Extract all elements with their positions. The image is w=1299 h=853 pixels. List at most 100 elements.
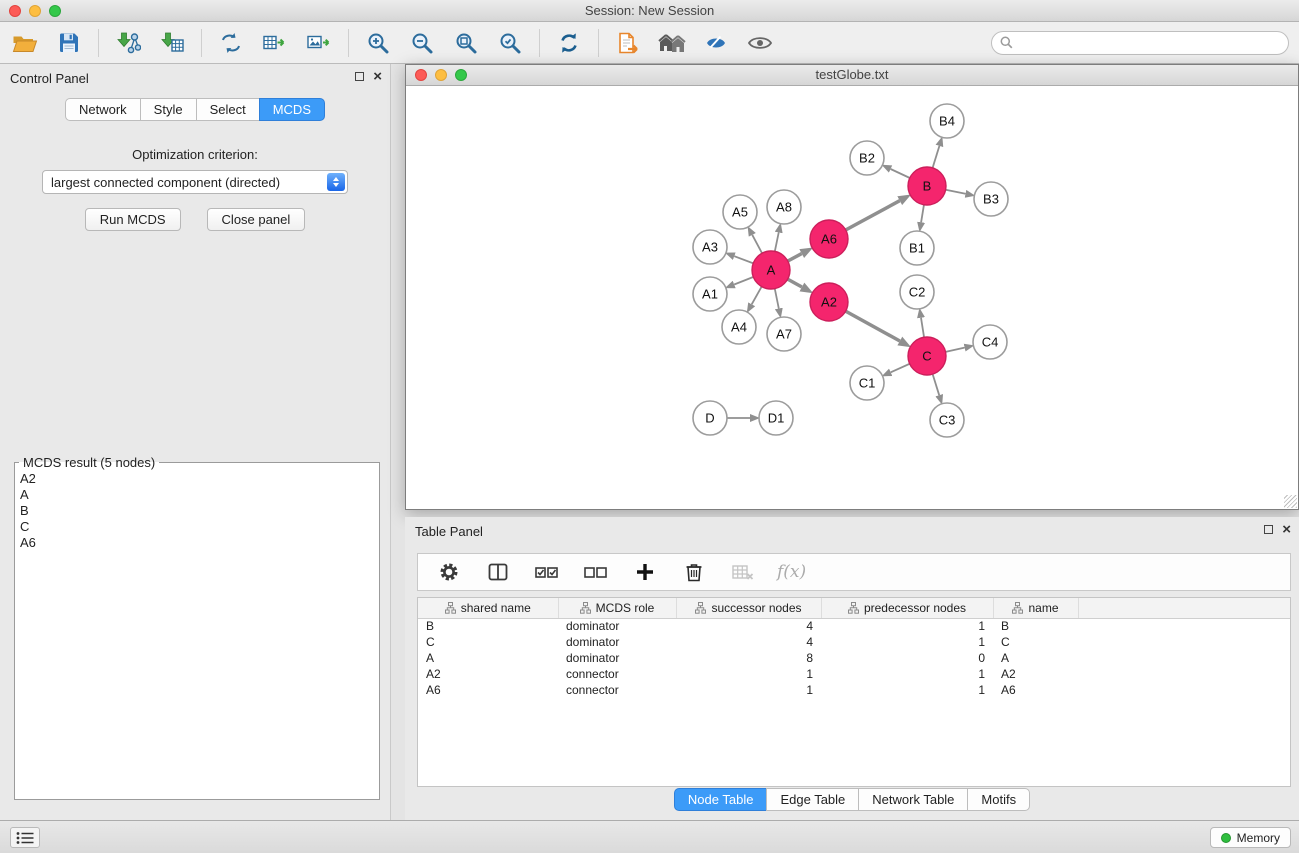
- table-cell[interactable]: 1: [676, 682, 821, 698]
- table-cell[interactable]: B: [418, 618, 558, 634]
- table-cell[interactable]: 1: [821, 618, 993, 634]
- table-cell[interactable]: A2: [993, 666, 1078, 682]
- column-header-MCDS-role[interactable]: MCDS role: [558, 598, 676, 618]
- node-B1[interactable]: B1: [900, 231, 934, 265]
- float-table-panel-icon[interactable]: [1264, 525, 1273, 534]
- node-C3[interactable]: C3: [930, 403, 964, 437]
- table-cell[interactable]: A2: [418, 666, 558, 682]
- network-canvas[interactable]: B4B2BB3A5A8A6B1A3AA1A2C2A4A7C4CC1C3DD1: [406, 87, 1298, 509]
- column-header-successor-nodes[interactable]: successor nodes: [676, 598, 821, 618]
- column-header-name[interactable]: name: [993, 598, 1078, 618]
- mcds-result-item[interactable]: A: [20, 487, 374, 503]
- table-row[interactable]: Bdominator41B: [418, 618, 1290, 634]
- zoom-selected-icon[interactable]: [495, 28, 525, 58]
- network-graph[interactable]: B4B2BB3A5A8A6B1A3AA1A2C2A4A7C4CC1C3DD1: [406, 87, 1298, 509]
- node-B[interactable]: B: [908, 167, 946, 205]
- run-mcds-button[interactable]: Run MCDS: [85, 208, 181, 231]
- node-B2[interactable]: B2: [850, 141, 884, 175]
- mcds-result-item[interactable]: A6: [20, 535, 374, 551]
- zoom-window-button[interactable]: [49, 5, 61, 17]
- table-cell[interactable]: 1: [821, 666, 993, 682]
- close-panel-icon[interactable]: ×: [373, 71, 382, 82]
- table-cell[interactable]: A6: [993, 682, 1078, 698]
- node-table[interactable]: shared nameMCDS rolesuccessor nodesprede…: [417, 597, 1291, 787]
- close-network-window-button[interactable]: [415, 69, 427, 81]
- table-cell[interactable]: B: [993, 618, 1078, 634]
- table-cell[interactable]: dominator: [558, 634, 676, 650]
- node-A[interactable]: A: [752, 251, 790, 289]
- table-row[interactable]: Adominator80A: [418, 650, 1290, 666]
- table-cell[interactable]: C: [993, 634, 1078, 650]
- mcds-result-item[interactable]: A2: [20, 471, 374, 487]
- search-box[interactable]: [991, 31, 1289, 55]
- layout-cycle-icon[interactable]: [216, 28, 246, 58]
- node-A4[interactable]: A4: [722, 310, 756, 344]
- zoom-fit-icon[interactable]: [451, 28, 481, 58]
- minimize-network-window-button[interactable]: [435, 69, 447, 81]
- table-settings-gear-icon[interactable]: [434, 557, 464, 587]
- column-header-shared-name[interactable]: shared name: [418, 598, 558, 618]
- node-A6[interactable]: A6: [810, 220, 848, 258]
- mcds-result-item[interactable]: B: [20, 503, 374, 519]
- import-table-file-icon[interactable]: [157, 28, 187, 58]
- select-all-columns-icon[interactable]: [532, 557, 562, 587]
- node-A7[interactable]: A7: [767, 317, 801, 351]
- close-panel-button[interactable]: Close panel: [207, 208, 306, 231]
- table-cell[interactable]: dominator: [558, 650, 676, 666]
- node-C2[interactable]: C2: [900, 275, 934, 309]
- criterion-dropdown[interactable]: largest connected component (directed): [42, 170, 348, 194]
- table-tab-edge-table[interactable]: Edge Table: [766, 788, 859, 811]
- table-cell[interactable]: 4: [676, 618, 821, 634]
- zoom-out-icon[interactable]: [407, 28, 437, 58]
- table-cell[interactable]: A: [993, 650, 1078, 666]
- close-table-panel-icon[interactable]: ×: [1282, 524, 1291, 535]
- create-column-plus-icon[interactable]: [630, 557, 660, 587]
- import-network-file-icon[interactable]: [113, 28, 143, 58]
- window-resize-grip[interactable]: [1284, 495, 1297, 508]
- column-header-predecessor-nodes[interactable]: predecessor nodes: [821, 598, 993, 618]
- table-row[interactable]: A6connector11A6: [418, 682, 1290, 698]
- zoom-network-window-button[interactable]: [455, 69, 467, 81]
- search-input[interactable]: [1018, 36, 1280, 50]
- table-cell[interactable]: C: [418, 634, 558, 650]
- node-D[interactable]: D: [693, 401, 727, 435]
- delete-column-trash-icon[interactable]: [679, 557, 709, 587]
- network-window-titlebar[interactable]: testGlobe.txt: [406, 65, 1298, 86]
- table-cell[interactable]: 1: [821, 634, 993, 650]
- export-image-icon[interactable]: [304, 28, 334, 58]
- node-A2[interactable]: A2: [810, 283, 848, 321]
- node-B4[interactable]: B4: [930, 104, 964, 138]
- save-session-icon[interactable]: [54, 28, 84, 58]
- open-session-icon[interactable]: [10, 28, 40, 58]
- table-row[interactable]: Cdominator41C: [418, 634, 1290, 650]
- export-network-icon[interactable]: [613, 28, 643, 58]
- show-columns-icon[interactable]: [483, 557, 513, 587]
- table-cell[interactable]: 8: [676, 650, 821, 666]
- node-A1[interactable]: A1: [693, 277, 727, 311]
- refresh-icon[interactable]: [554, 28, 584, 58]
- tab-select[interactable]: Select: [196, 98, 260, 121]
- node-C[interactable]: C: [908, 337, 946, 375]
- table-cell[interactable]: connector: [558, 666, 676, 682]
- float-panel-icon[interactable]: [355, 72, 364, 81]
- tab-style[interactable]: Style: [140, 98, 197, 121]
- show-hide-icon[interactable]: [745, 28, 775, 58]
- table-tab-motifs[interactable]: Motifs: [967, 788, 1030, 811]
- tab-mcds[interactable]: MCDS: [259, 98, 325, 121]
- table-tab-node-table[interactable]: Node Table: [674, 788, 768, 811]
- table-cell[interactable]: 4: [676, 634, 821, 650]
- node-A3[interactable]: A3: [693, 230, 727, 264]
- table-cell[interactable]: connector: [558, 682, 676, 698]
- node-A5[interactable]: A5: [723, 195, 757, 229]
- node-C1[interactable]: C1: [850, 366, 884, 400]
- table-cell[interactable]: 0: [821, 650, 993, 666]
- table-cell[interactable]: A6: [418, 682, 558, 698]
- table-cell[interactable]: 1: [676, 666, 821, 682]
- deselect-all-columns-icon[interactable]: [581, 557, 611, 587]
- tab-network[interactable]: Network: [65, 98, 141, 121]
- mcds-result-item[interactable]: C: [20, 519, 374, 535]
- node-A8[interactable]: A8: [767, 190, 801, 224]
- minimize-window-button[interactable]: [29, 5, 41, 17]
- table-cell[interactable]: 1: [821, 682, 993, 698]
- node-B3[interactable]: B3: [974, 182, 1008, 216]
